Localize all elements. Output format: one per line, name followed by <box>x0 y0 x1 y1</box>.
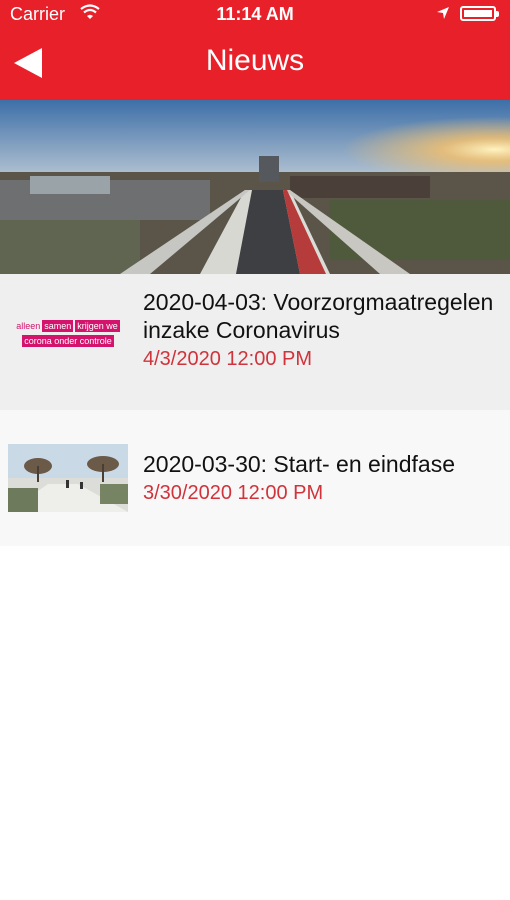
news-thumbnail-logo: alleen samen krijgen we corona onder con… <box>16 320 120 347</box>
news-title: 2020-04-03: Voorzorgmaatregelen inzake C… <box>143 289 494 343</box>
news-date: 4/3/2020 12:00 PM <box>143 348 313 370</box>
news-item[interactable]: 2020-03-30: Start- en eindfase 3/30/2020… <box>0 410 510 546</box>
clock: 11:14 AM <box>216 4 294 24</box>
header-image-bridge <box>0 100 510 274</box>
news-thumbnail-image <box>8 444 128 512</box>
page-title: Nieuws <box>205 44 305 77</box>
location-icon <box>436 6 450 25</box>
news-title: 2020-03-30: Start- en eindfase <box>143 451 455 477</box>
news-item[interactable]: alleen samen krijgen we corona onder con… <box>0 274 510 410</box>
news-date: 3/30/2020 12:00 PM <box>143 482 324 504</box>
navigation-bar: Carrier 11:14 AM Nieuws <box>0 0 510 100</box>
status-bar: Carrier 11:14 AM <box>0 0 510 28</box>
battery-icon <box>460 6 499 21</box>
